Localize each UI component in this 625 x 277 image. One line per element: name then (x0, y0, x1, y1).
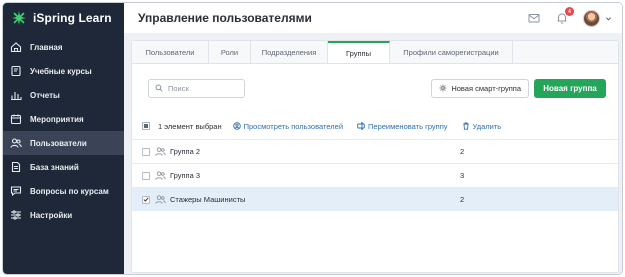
group-name: Стажеры Машинисты (170, 195, 246, 204)
sidebar-item-label: Настройки (30, 210, 73, 220)
select-all-checkbox[interactable] (142, 122, 150, 130)
logo-text: iSpring Learn (33, 11, 112, 25)
messages-button[interactable] (527, 11, 541, 25)
group-icon (155, 146, 166, 157)
top-bar: Управление пользователями 4 (124, 3, 622, 33)
sidebar-item-courses[interactable]: Учебные курсы (3, 59, 124, 83)
mail-icon (528, 14, 540, 23)
search-box[interactable] (148, 78, 245, 98)
new-smart-group-button[interactable]: Новая смарт-группа (431, 78, 529, 98)
row-checkbox[interactable] (142, 171, 150, 180)
gear-icon (439, 84, 447, 92)
sidebar-item-knowledge-base[interactable]: База знаний (3, 155, 124, 179)
sidebar-item-course-questions[interactable]: Вопросы по курсам (3, 179, 124, 203)
list-item[interactable]: Стажеры Машинисты 2 (132, 187, 618, 211)
tab-groups[interactable]: Группы (328, 41, 390, 63)
delete-action[interactable]: Удалить (462, 121, 502, 131)
users-icon (10, 137, 22, 149)
notifications-button[interactable]: 4 (555, 7, 574, 25)
new-group-button[interactable]: Новая группа (534, 78, 606, 98)
view-users-action[interactable]: Просмотреть пользователей (232, 121, 344, 131)
checkmark-icon (143, 197, 149, 202)
group-user-count: 3 (460, 171, 465, 180)
chevron-down-icon (605, 15, 612, 22)
sidebar-item-label: Пользователи (30, 138, 87, 148)
group-name: Группа 3 (170, 171, 201, 180)
group-name: Группа 2 (170, 147, 201, 156)
toolbar: Новая смарт-группа Новая группа (148, 78, 606, 98)
notification-badge: 4 (565, 7, 574, 16)
group-icon (155, 194, 166, 205)
chart-icon (10, 89, 22, 101)
rename-group-action[interactable]: Переименовать группу (357, 122, 448, 131)
delete-label: Удалить (472, 121, 502, 131)
sidebar-item-label: База знаний (30, 162, 79, 172)
sidebar-item-events[interactable]: Мероприятия (3, 107, 124, 131)
selection-count: 1 элемент выбран (158, 121, 222, 131)
list-item[interactable]: Группа 3 3 (132, 163, 618, 187)
logo[interactable]: iSpring Learn (3, 3, 124, 33)
top-actions: 4 (527, 7, 622, 27)
tab-users[interactable]: Пользователи (132, 41, 209, 63)
sidebar-item-label: Главная (30, 42, 63, 52)
group-user-count: 2 (460, 147, 465, 156)
user-circle-icon (232, 122, 241, 130)
user-menu[interactable] (583, 9, 612, 27)
avatar (583, 9, 600, 27)
book-icon (10, 65, 22, 77)
rename-icon (357, 122, 365, 130)
sidebar-item-label: Учебные курсы (30, 66, 92, 76)
sidebar-item-settings[interactable]: Настройки (3, 203, 124, 227)
group-icon (155, 170, 166, 181)
app-window: iSpring Learn Главная Учебные курсы Отче… (2, 2, 623, 275)
page-title: Управление пользователями (138, 11, 312, 25)
sidebar: iSpring Learn Главная Учебные курсы Отче… (3, 3, 124, 274)
row-checkbox[interactable] (142, 195, 150, 204)
search-icon (155, 84, 163, 92)
home-icon (10, 41, 22, 53)
tab-departments[interactable]: Подразделения (251, 41, 328, 63)
calendar-icon (10, 113, 22, 125)
sliders-icon (10, 209, 22, 221)
sidebar-item-label: Отчеты (30, 90, 60, 100)
sidebar-item-home[interactable]: Главная (3, 35, 124, 59)
new-smart-group-label: Новая смарт-группа (451, 83, 521, 93)
search-input[interactable] (168, 83, 243, 93)
toolbar-actions: Новая смарт-группа Новая группа (431, 78, 606, 98)
tab-bar: Пользователи Роли Подразделения Группы П… (132, 41, 618, 64)
list-item[interactable]: Группа 2 2 (132, 139, 618, 163)
row-checkbox[interactable] (142, 147, 150, 156)
tab-self-registration-profiles[interactable]: Профили саморегистрации (390, 41, 513, 63)
group-user-count: 2 (460, 195, 465, 204)
document-icon (10, 161, 22, 173)
groups-panel: Пользователи Роли Подразделения Группы П… (131, 40, 619, 273)
groups-list: Группа 2 2 Группа 3 3 Стажеры Машинисты (132, 139, 618, 211)
view-users-label: Просмотреть пользователей (243, 121, 344, 131)
trash-icon (462, 122, 469, 130)
tab-roles[interactable]: Роли (209, 41, 251, 63)
indeterminate-mark (144, 124, 148, 128)
sidebar-item-label: Мероприятия (30, 114, 84, 124)
sidebar-nav: Главная Учебные курсы Отчеты Мероприятия (3, 35, 124, 227)
sidebar-item-label: Вопросы по курсам (30, 186, 109, 196)
bulk-actions-bar: 1 элемент выбран Просмотреть пользовател… (142, 118, 618, 134)
chat-icon (10, 185, 22, 197)
sidebar-item-reports[interactable]: Отчеты (3, 83, 124, 107)
sidebar-item-users[interactable]: Пользователи (3, 131, 124, 155)
ispring-logo-icon (12, 11, 26, 25)
rename-group-label: Переименовать группу (368, 121, 448, 131)
